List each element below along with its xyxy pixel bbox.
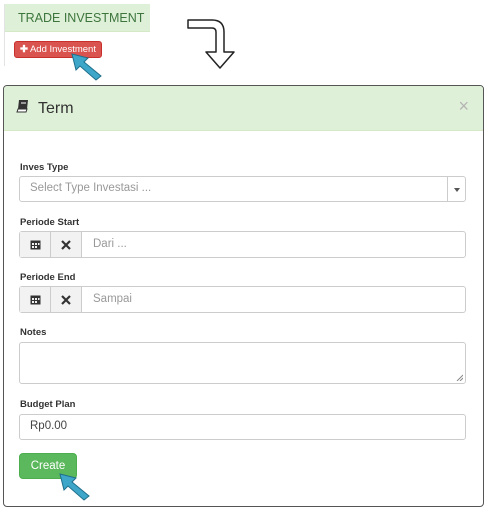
periode-start-placeholder: Dari ... (93, 238, 127, 250)
budget-plan-label: Budget Plan (20, 399, 76, 410)
pointer-arrow-icon (59, 473, 90, 501)
panel-heading: TRADE INVESTMENT (5, 4, 150, 32)
notes-textarea[interactable] (19, 342, 466, 384)
periode-end-placeholder: Sampai (93, 293, 132, 305)
modal-header: Term × (4, 86, 483, 131)
periode-start-label: Periode Start (20, 217, 80, 228)
chevron-down-icon[interactable] (447, 177, 465, 201)
periode-end-label: Periode End (20, 272, 76, 283)
inves-type-label: Inves Type (20, 162, 69, 173)
flow-arrow-icon (187, 19, 235, 69)
clear-icon[interactable] (51, 287, 82, 312)
modal-title-text: Term (38, 99, 74, 117)
modal-title: Term (16, 99, 74, 118)
book-icon (16, 99, 30, 118)
periode-start-input[interactable]: Dari ... (19, 231, 466, 258)
close-icon[interactable]: × (458, 97, 469, 115)
inves-type-placeholder: Select Type Investasi ... (30, 182, 152, 194)
budget-plan-value: Rp0.00 (30, 420, 68, 432)
calendar-icon[interactable] (20, 232, 51, 257)
periode-end-input[interactable]: Sampai (19, 286, 466, 313)
budget-plan-input[interactable]: Rp0.00 (19, 414, 466, 440)
term-modal: Term × Inves Type Select Type Investasi … (3, 85, 484, 507)
resize-handle-icon[interactable] (456, 374, 463, 381)
inves-type-select[interactable]: Select Type Investasi ... (19, 176, 466, 202)
notes-label: Notes (20, 327, 47, 338)
clear-icon[interactable] (51, 232, 82, 257)
plus-icon: ✚ (20, 44, 28, 55)
calendar-icon[interactable] (20, 287, 51, 312)
pointer-arrow-icon (71, 53, 102, 81)
